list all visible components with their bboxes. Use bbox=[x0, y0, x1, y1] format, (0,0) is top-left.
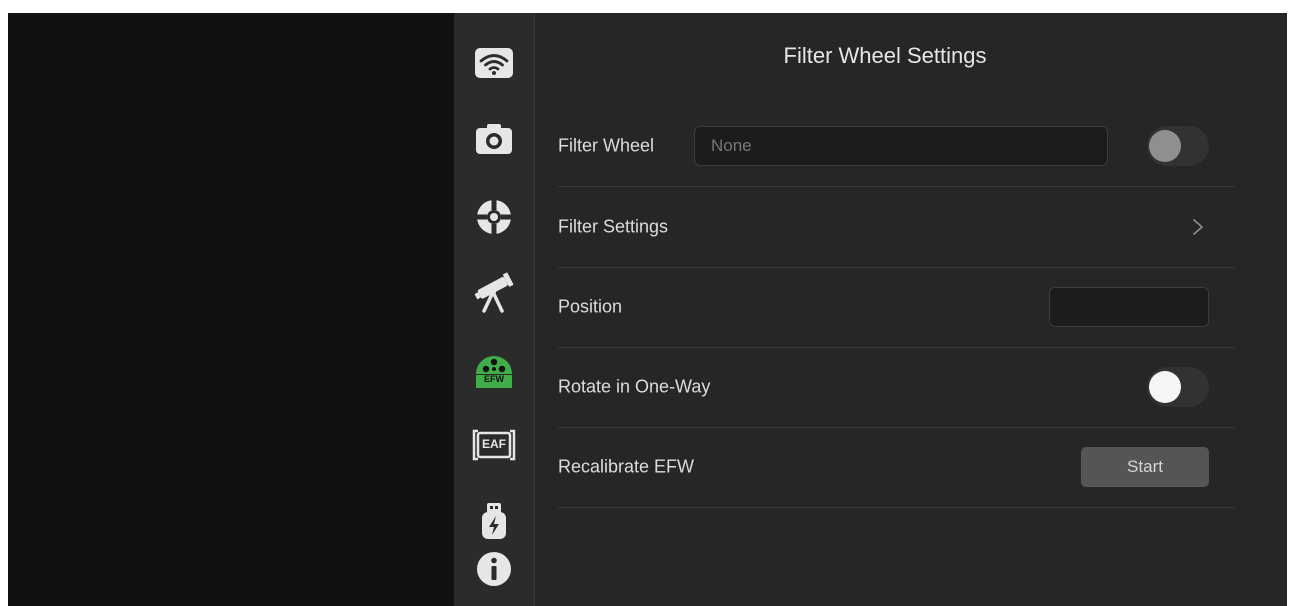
rotate-one-way-label: Rotate in One-Way bbox=[558, 376, 711, 397]
sidebar-item-efw[interactable]: EFW bbox=[470, 345, 518, 393]
preview-pane bbox=[8, 13, 454, 606]
wifi-icon bbox=[475, 48, 513, 78]
filter-settings-label: Filter Settings bbox=[558, 216, 669, 237]
camera-icon bbox=[476, 124, 512, 154]
start-button[interactable]: Start bbox=[1081, 447, 1209, 487]
filter-wheel-row: Filter Wheel bbox=[558, 106, 1235, 187]
position-label: Position bbox=[558, 296, 623, 317]
chevron-right-icon bbox=[1193, 219, 1203, 235]
eaf-icon-label: EAF bbox=[482, 437, 506, 451]
sidebar-item-camera[interactable] bbox=[470, 115, 518, 163]
position-input[interactable] bbox=[1049, 287, 1209, 327]
position-row: Position bbox=[558, 267, 1235, 348]
sidebar: EFW EAF bbox=[454, 13, 535, 606]
sidebar-item-info[interactable] bbox=[470, 545, 518, 593]
power-usb-icon bbox=[482, 503, 506, 539]
toggle-knob bbox=[1149, 130, 1181, 162]
filter-wheel-label: Filter Wheel bbox=[558, 135, 655, 156]
guide-crosshair-icon bbox=[476, 199, 512, 235]
rotate-one-way-row: Rotate in One-Way bbox=[558, 347, 1235, 428]
filter-settings-row[interactable]: Filter Settings bbox=[558, 187, 1235, 268]
sidebar-item-telescope[interactable] bbox=[470, 269, 518, 317]
info-icon bbox=[477, 552, 511, 586]
sidebar-item-eaf[interactable]: EAF bbox=[470, 421, 518, 469]
sidebar-item-guide[interactable] bbox=[470, 193, 518, 241]
page-title: Filter Wheel Settings bbox=[783, 43, 987, 68]
sidebar-item-wifi[interactable] bbox=[470, 39, 518, 87]
app-window: EFW EAF Filter Wheel Settings Filter Whe… bbox=[8, 13, 1287, 606]
recalibrate-label: Recalibrate EFW bbox=[558, 456, 695, 477]
filter-wheel-connect-toggle[interactable] bbox=[1147, 126, 1209, 166]
toggle-knob bbox=[1149, 371, 1181, 403]
recalibrate-row: Recalibrate EFW Start bbox=[558, 427, 1235, 508]
settings-panel: Filter Wheel Settings Filter Wheel Filte… bbox=[535, 13, 1287, 606]
telescope-icon bbox=[474, 272, 514, 313]
rotate-one-way-toggle[interactable] bbox=[1147, 367, 1209, 407]
sidebar-item-power[interactable] bbox=[470, 497, 518, 545]
efw-icon-label: EFW bbox=[484, 374, 504, 384]
filter-wheel-select[interactable] bbox=[694, 126, 1108, 166]
